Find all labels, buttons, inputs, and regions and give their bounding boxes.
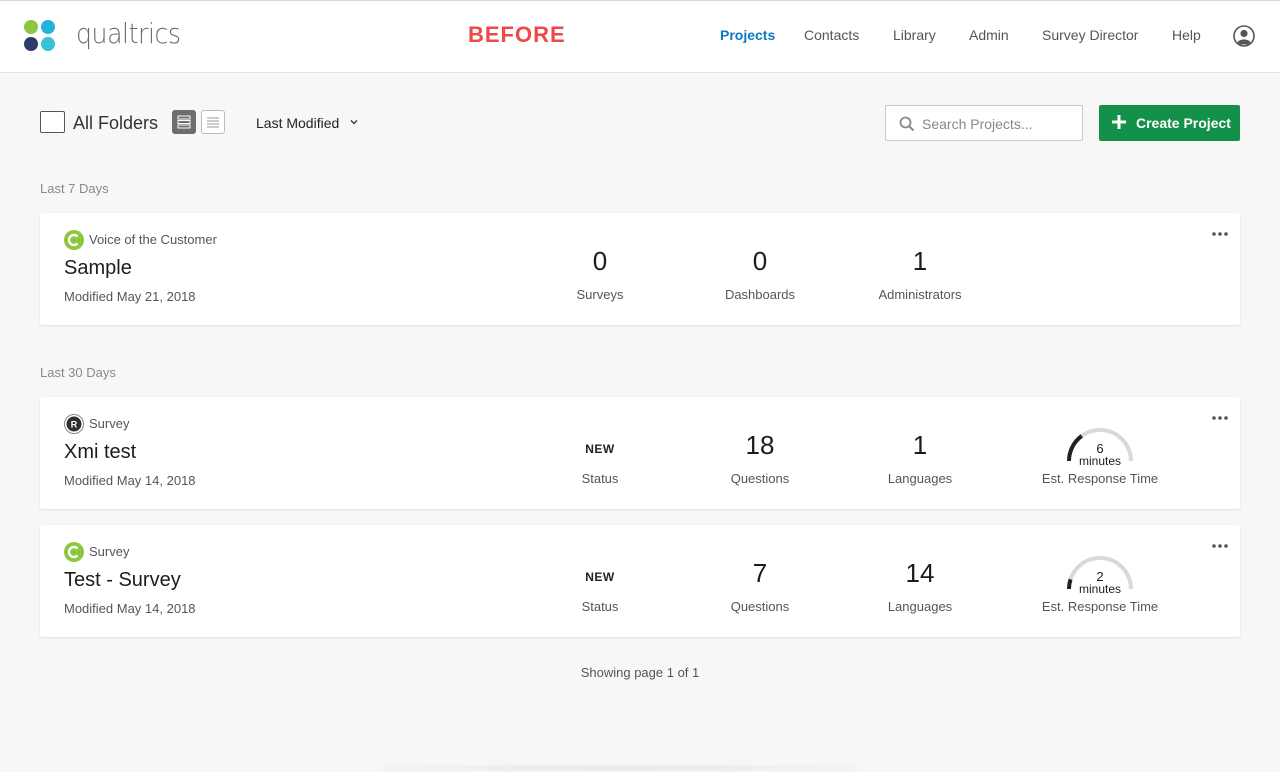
stat-value: 0 — [592, 246, 608, 276]
stat-value: 1 — [912, 430, 928, 460]
modified-date: Modified May 21, 2018 — [64, 289, 196, 304]
section-label-last-30-days: Last 30 Days — [40, 365, 116, 380]
nav-projects[interactable]: Projects — [720, 27, 775, 47]
stat-label: Dashboards — [724, 287, 796, 302]
search-box[interactable] — [885, 105, 1083, 141]
stat-value: 18 — [745, 430, 775, 460]
more-options-icon[interactable] — [1211, 227, 1229, 241]
section-label-last-7-days: Last 7 Days — [40, 181, 109, 196]
logo-dot-blue — [41, 20, 55, 34]
response-time-unit: minutes — [1078, 454, 1122, 468]
nav-survey-director[interactable]: Survey Director — [1042, 27, 1138, 47]
stat-label: Languages — [887, 599, 953, 614]
project-card-xmi-test[interactable]: R Survey Xmi test Modified May 14, 2018 … — [40, 397, 1240, 509]
brand-name: qualtrics — [76, 17, 181, 50]
response-time-gauge: 6 minutes Est. Response Time — [1024, 421, 1176, 501]
stat-label: Status — [581, 599, 619, 614]
response-time-label: Est. Response Time — [1041, 471, 1159, 486]
stat-label: Status — [581, 471, 619, 486]
stat-label: Administrators — [878, 287, 962, 302]
before-annotation: BEFORE — [468, 22, 566, 47]
status-badge: NEW — [585, 442, 615, 456]
project-type-label: Voice of the Customer — [89, 232, 217, 247]
response-time-unit: minutes — [1078, 582, 1122, 596]
modified-date: Modified May 14, 2018 — [64, 473, 196, 488]
chevron-down-icon[interactable] — [349, 117, 359, 127]
search-icon — [899, 116, 915, 132]
list-view-button[interactable] — [172, 110, 196, 134]
top-navigation-bar: qualtrics. BEFORE Projects Contacts Libr… — [0, 0, 1280, 73]
search-input[interactable] — [922, 114, 1072, 134]
pagination-status: Showing page 1 of 1 — [580, 665, 700, 680]
r-survey-icon: R — [64, 414, 84, 434]
bottom-shadow — [380, 764, 860, 772]
stat-value: 14 — [905, 558, 935, 588]
nav-help[interactable]: Help — [1172, 27, 1201, 47]
compact-list-icon — [207, 117, 219, 128]
nav-admin[interactable]: Admin — [969, 27, 1009, 47]
stat-label: Surveys — [576, 287, 624, 302]
project-name[interactable]: Sample — [64, 257, 132, 280]
compact-view-button[interactable] — [201, 110, 225, 134]
sort-dropdown[interactable]: Last Modified — [256, 115, 339, 131]
folder-icon[interactable] — [40, 111, 65, 133]
user-account-icon[interactable] — [1233, 25, 1255, 47]
project-name[interactable]: Test - Survey — [64, 569, 181, 592]
nav-contacts[interactable]: Contacts — [804, 27, 859, 47]
create-project-label: Create Project — [1136, 115, 1231, 131]
response-time-label: Est. Response Time — [1041, 599, 1159, 614]
more-options-icon[interactable] — [1211, 539, 1229, 553]
stat-label: Questions — [730, 471, 790, 486]
top-border — [0, 0, 1280, 1]
response-time-gauge: 2 minutes Est. Response Time — [1024, 549, 1176, 629]
project-type-label: Survey — [89, 544, 130, 559]
status-badge: NEW — [585, 570, 615, 584]
plus-icon — [1112, 115, 1126, 129]
voc-survey-icon — [64, 542, 84, 562]
stat-value: 0 — [752, 246, 768, 276]
nav-library[interactable]: Library — [893, 27, 936, 47]
brand-mark: . — [180, 37, 183, 46]
card-list-icon — [177, 115, 191, 129]
logo-dot-green — [24, 20, 38, 34]
voc-icon — [64, 230, 84, 250]
project-name[interactable]: Xmi test — [64, 441, 136, 464]
modified-date: Modified May 14, 2018 — [64, 601, 196, 616]
more-options-icon[interactable] — [1211, 411, 1229, 425]
svg-text:R: R — [71, 420, 78, 430]
stat-value: 7 — [752, 558, 768, 588]
project-card-sample[interactable]: Voice of the Customer Sample Modified Ma… — [40, 213, 1240, 325]
qualtrics-logo-icon[interactable] — [24, 20, 56, 52]
project-type-label: Survey — [89, 416, 130, 431]
all-folders-label[interactable]: All Folders — [73, 113, 158, 134]
brand-wordmark[interactable]: qualtrics. — [76, 17, 183, 50]
project-card-test-survey[interactable]: Survey Test - Survey Modified May 14, 20… — [40, 525, 1240, 637]
stat-label: Questions — [730, 599, 790, 614]
logo-dot-teal — [41, 37, 55, 51]
create-project-button[interactable]: Create Project — [1099, 105, 1240, 141]
stat-label: Languages — [887, 471, 953, 486]
logo-dot-navy — [24, 37, 38, 51]
stat-value: 1 — [912, 246, 928, 276]
